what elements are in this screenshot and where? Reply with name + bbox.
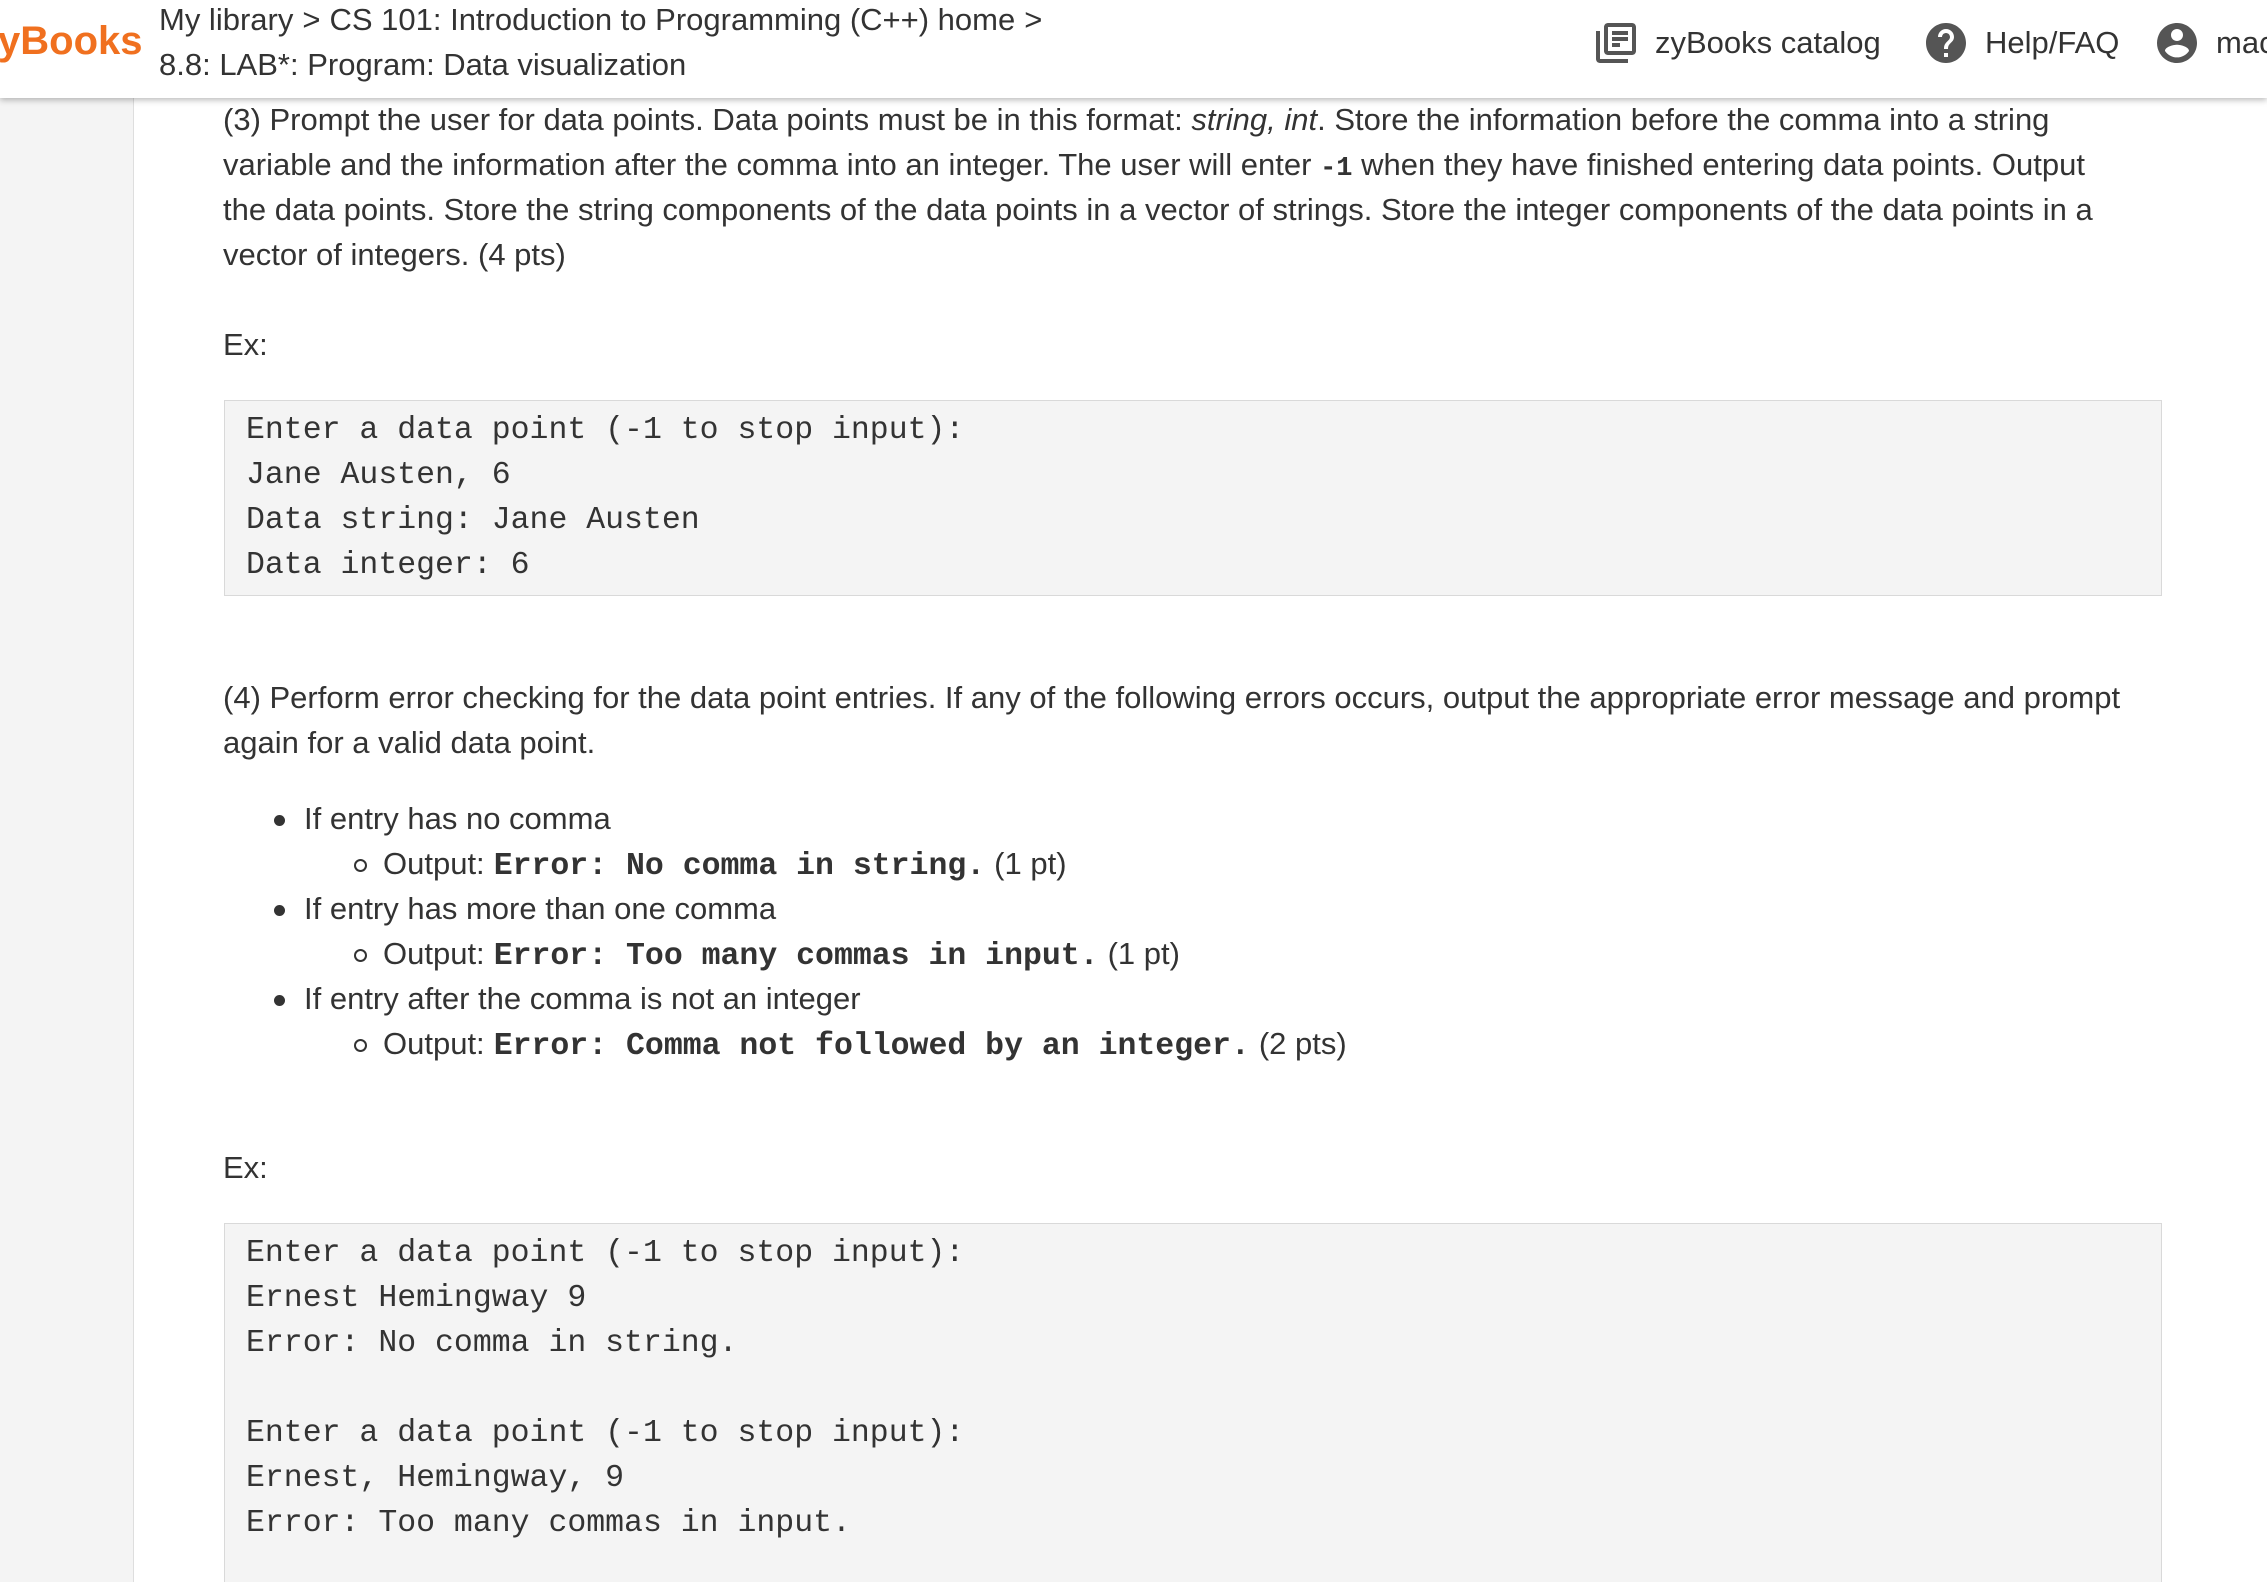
- error-condition: If entry after the comma is not an integ…: [304, 981, 861, 1016]
- breadcrumb-separator: >: [1024, 2, 1043, 37]
- part3-instructions: (3) Prompt the user for data points. Dat…: [223, 97, 2093, 277]
- part3-line: the data points. Store the string compon…: [223, 192, 2093, 227]
- zybooks-logo[interactable]: yBooks: [0, 21, 143, 61]
- example-label: Ex:: [223, 1150, 268, 1185]
- list-item: If entry has more than one comma: [223, 886, 2161, 931]
- part3-text: (3) Prompt the user for data points. Dat…: [223, 102, 1192, 137]
- code-line: Data string: Jane Austen: [246, 503, 700, 538]
- example-output-box: Enter a data point (-1 to stop input): E…: [224, 1223, 2162, 1582]
- breadcrumb-my-library[interactable]: My library: [159, 2, 293, 37]
- error-condition: If entry has no comma: [304, 801, 611, 836]
- code-line: Ernest, Hemingway, 9: [246, 1461, 625, 1496]
- code-line: Enter a data point (-1 to stop input):: [246, 1416, 965, 1451]
- part4-line: (4) Perform error checking for the data …: [223, 680, 2121, 715]
- part4-line: again for a valid data point.: [223, 725, 596, 760]
- error-message-code: Error: Too many commas in input.: [493, 939, 1099, 974]
- breadcrumb-course-home[interactable]: CS 101: Introduction to Programming (C++…: [329, 2, 1015, 37]
- example-output-box: Enter a data point (-1 to stop input): J…: [224, 400, 2162, 596]
- output-label: Output:: [383, 846, 485, 881]
- part3-text: . Store the information before the comma…: [1317, 102, 2050, 137]
- breadcrumb-separator: >: [302, 2, 321, 37]
- bullet-circle-icon: [354, 949, 367, 962]
- sentinel-code: -1: [1320, 154, 1353, 184]
- points-label: (2 pts): [1258, 1026, 1347, 1061]
- breadcrumb-row: My library > CS 101: Introduction to Progr…: [159, 0, 1042, 42]
- bullet-disc-icon: [274, 905, 285, 916]
- points-label: (1 pt): [1107, 936, 1180, 971]
- code-line: Data integer: 6: [246, 548, 530, 583]
- code-line: Ernest Hemingway 9: [246, 1281, 587, 1316]
- code-line: Jane Austen, 6: [246, 458, 511, 493]
- part3-text: variable and the information after the c…: [223, 147, 1321, 182]
- help-circle-icon[interactable]: [1922, 19, 1970, 67]
- part4-instructions: (4) Perform error checking for the data …: [223, 675, 2120, 765]
- code-line: Error: Too many commas in input.: [246, 1506, 851, 1541]
- list-item: Output: Error: Comma not followed by an i…: [223, 1021, 2161, 1066]
- code-line: Enter a data point (-1 to stop input):: [246, 1236, 965, 1271]
- output-label: Output:: [383, 936, 485, 971]
- error-condition: If entry has more than one comma: [304, 891, 777, 926]
- error-message-code: Error: No comma in string.: [493, 849, 986, 884]
- error-list: If entry has no comma Output: Error: No c…: [223, 796, 2161, 1066]
- top-bar: yBooks My library > CS 101: Introduction t…: [0, 0, 2267, 98]
- code-line: Error: No comma in string.: [246, 1326, 738, 1361]
- points-label: (1 pt): [994, 846, 1067, 881]
- part3-line: (3) Prompt the user for data points. Dat…: [223, 97, 2093, 142]
- example-label: Ex:: [223, 327, 268, 362]
- bullet-disc-icon: [274, 995, 285, 1006]
- code-line: Enter a data point (-1 to stop input):: [246, 413, 965, 448]
- catalog-link[interactable]: zyBooks catalog: [1655, 20, 1881, 65]
- user-menu[interactable]: mac: [2216, 20, 2267, 65]
- part3-line: vector of integers. (4 pts): [223, 237, 566, 272]
- bullet-disc-icon: [274, 815, 285, 826]
- list-item: Output: Error: No comma in string. (1 pt): [223, 841, 2161, 886]
- list-item: If entry has no comma: [223, 796, 2161, 841]
- breadcrumb: My library > CS 101: Introduction to Progr…: [159, 0, 1042, 87]
- format-emphasis: string, int: [1191, 102, 1318, 137]
- list-item: Output: Error: Too many commas in input.(…: [223, 931, 2161, 976]
- output-label: Output:: [383, 1026, 485, 1061]
- library-books-icon[interactable]: [1592, 19, 1640, 67]
- breadcrumb-current-section: 8.8: LAB*: Program: Data visualization: [159, 47, 687, 82]
- bullet-circle-icon: [354, 859, 367, 872]
- help-faq-link[interactable]: Help/FAQ: [1985, 20, 2119, 65]
- part3-line: variable and the information after the c…: [223, 142, 2093, 187]
- part3-text: when they have finished entering data po…: [1352, 147, 2085, 182]
- page: yBooks My library > CS 101: Introduction t…: [0, 0, 2267, 1582]
- bullet-circle-icon: [354, 1039, 367, 1052]
- account-circle-icon[interactable]: [2153, 19, 2201, 67]
- error-message-code: Error: Comma not followed by an integer.: [493, 1029, 1250, 1064]
- list-item: If entry after the comma is not an integ…: [223, 976, 2161, 1021]
